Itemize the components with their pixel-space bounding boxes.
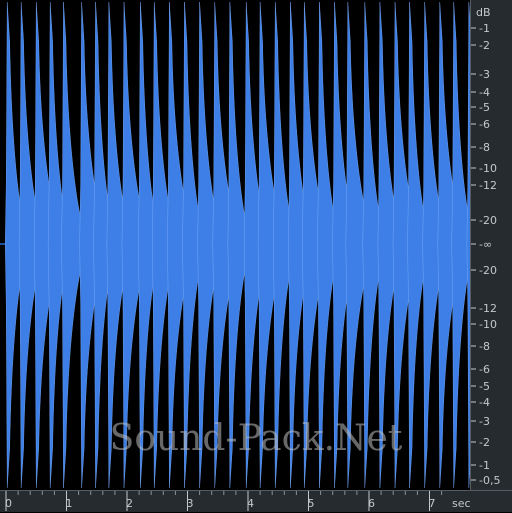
db-tick-label: -0,5 — [479, 474, 500, 487]
db-scale-ruler: dB -1 -2 -3 -4 -5 -6 -8 -10 -12 -20 -∞ -20 -12 -10 -8 -… — [470, 0, 512, 490]
time-unit-label: sec — [452, 497, 471, 510]
db-tick-label: -6 — [479, 363, 490, 376]
db-center-label: -∞ — [479, 238, 492, 251]
waveform-display[interactable] — [0, 0, 470, 490]
db-tick-label: -12 — [479, 179, 497, 192]
time-tick-label: 5 — [308, 497, 315, 510]
db-tick-label: -5 — [479, 380, 490, 393]
time-tick-label: 7 — [429, 497, 436, 510]
time-tick-label: 2 — [126, 497, 133, 510]
db-tick-label: -3 — [479, 415, 490, 428]
db-tick-label: -6 — [479, 118, 490, 131]
db-tick-label: -2 — [479, 436, 490, 449]
db-tick-label: -12 — [479, 302, 497, 315]
time-tick-label: 6 — [368, 497, 375, 510]
waveform-graph — [0, 1, 470, 489]
db-tick-label: -5 — [479, 101, 490, 114]
db-tick-label: -4 — [479, 86, 490, 99]
db-tick-label: -20 — [479, 214, 497, 227]
db-tick-label: -8 — [479, 141, 490, 154]
time-tick-label: 3 — [187, 497, 194, 510]
db-tick-label: -3 — [479, 68, 490, 81]
time-tick-label: 0 — [5, 497, 12, 510]
db-unit-label: dB — [476, 6, 491, 19]
db-tick-label: -20 — [479, 264, 497, 277]
time-tick-label: 4 — [247, 497, 254, 510]
db-tick-label: -10 — [479, 318, 497, 331]
time-scale-ruler[interactable]: sec 0 1 2 3 4 5 6 7 — [0, 490, 512, 512]
audio-editor-waveform-view: dB -1 -2 -3 -4 -5 -6 -8 -10 -12 -20 -∞ -20 -12 -10 -8-… — [0, 0, 512, 512]
db-tick-label: -8 — [479, 340, 490, 353]
db-tick-label: -10 — [479, 162, 497, 175]
db-tick-label: -4 — [479, 396, 490, 409]
db-tick-label: -2 — [479, 39, 490, 52]
time-tick-label: 1 — [66, 497, 73, 510]
db-tick-label: -1 — [479, 22, 490, 35]
db-tick-label: -1 — [479, 459, 490, 472]
